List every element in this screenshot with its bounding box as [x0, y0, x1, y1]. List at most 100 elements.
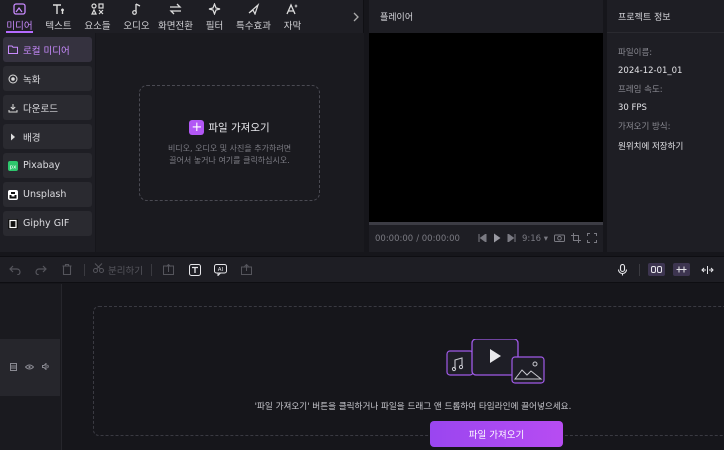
- pixabay-icon: px: [8, 160, 18, 171]
- undo-icon[interactable]: [6, 261, 24, 279]
- sidebar-item-label: 배경: [23, 132, 41, 144]
- sidebar-item-label: 로컬 미디어: [23, 45, 70, 57]
- preview-screen[interactable]: [369, 33, 603, 222]
- folder-icon: [8, 45, 18, 55]
- record-icon: [8, 74, 18, 84]
- audio-icon: [129, 2, 145, 16]
- download-icon: [8, 103, 18, 113]
- tab-effects[interactable]: 특수효과: [234, 0, 273, 33]
- import-files-label: 파일 가져오기: [208, 121, 270, 134]
- aspect-ratio-select[interactable]: 9:16 ▾: [522, 234, 548, 244]
- player-title: 플레이어: [380, 13, 414, 23]
- timeline-hint: '파일 가져오기' 버튼을 클릭하거나 파일을 드래그 앤 드롭하여 타임라인에…: [254, 402, 572, 412]
- timeline-toolbar-right: [613, 261, 724, 279]
- link-tracks-icon[interactable]: [648, 263, 665, 276]
- playback-progress-bar[interactable]: [369, 222, 603, 225]
- media-illustration: [446, 339, 545, 384]
- top-toolbar: 미디어 텍스트 요소들 오디오 화면전환 필터 특수효과 자막: [0, 0, 364, 33]
- snap-icon[interactable]: [673, 263, 690, 276]
- frame-rate-value: 30 FPS: [618, 103, 647, 113]
- timeline-toolbar: 분리하기 AI: [0, 256, 724, 283]
- toolbar-divider: [84, 263, 85, 276]
- tab-label: 자막: [283, 20, 302, 32]
- tab-label: 미디어: [6, 20, 33, 32]
- extract-icon[interactable]: [160, 261, 178, 279]
- tab-transition[interactable]: 화면전환: [156, 0, 195, 33]
- tab-label: 오디오: [123, 20, 150, 32]
- crop-icon[interactable]: [571, 232, 581, 246]
- sidebar-item-record[interactable]: 녹화: [3, 66, 92, 91]
- tab-elements[interactable]: 요소들: [78, 0, 117, 33]
- sidebar-item-label: Pixabay: [23, 160, 61, 171]
- frame-rate-label: 프레임 속도:: [618, 85, 663, 95]
- sidebar-item-label: 녹화: [23, 74, 41, 86]
- track-header: [0, 339, 60, 396]
- sidebar-item-download[interactable]: 다운로드: [3, 95, 92, 120]
- unsplash-icon: [8, 189, 18, 200]
- tab-caption[interactable]: 자막: [273, 0, 312, 33]
- import-files-button[interactable]: + 파일 가져오기: [189, 119, 270, 135]
- media-panel: + 파일 가져오기 비디오, 오디오 및 사진을 추가하려면 끌어서 놓거나 여…: [96, 33, 364, 252]
- timeline-area: '파일 가져오기' 버튼을 클릭하거나 파일을 드래그 앤 드롭하여 타임라인에…: [63, 284, 724, 450]
- aspect-ratio-value: 9:16: [521, 234, 542, 244]
- file-name-value: 2024-12-01_01: [618, 66, 683, 76]
- sidebar-item-pixabay[interactable]: px Pixabay: [3, 153, 92, 178]
- caret-right-icon: [8, 132, 18, 142]
- redo-icon[interactable]: [32, 261, 50, 279]
- tab-label: 텍스트: [45, 20, 72, 32]
- fullscreen-icon[interactable]: [587, 232, 597, 246]
- microphone-icon[interactable]: [613, 261, 631, 279]
- tab-audio[interactable]: 오디오: [117, 0, 156, 33]
- text-icon: [51, 2, 67, 16]
- tab-label: 화면전환: [158, 20, 193, 32]
- export-frame-icon[interactable]: [238, 261, 256, 279]
- sidebar-item-unsplash[interactable]: Unsplash: [3, 182, 92, 207]
- media-sidebar: 로컬 미디어 녹화 다운로드 배경 px Pixabay Unsplash Gi…: [0, 33, 95, 252]
- player-panel: 플레이어 00:00:00 / 00:00:00 9:16 ▾: [369, 0, 603, 252]
- sidebar-item-local-media[interactable]: 로컬 미디어: [3, 37, 92, 62]
- track-lock-icon[interactable]: [10, 362, 17, 373]
- sidebar-item-background[interactable]: 배경: [3, 124, 92, 149]
- track-visibility-icon[interactable]: [24, 363, 35, 372]
- tab-label: 필터: [205, 20, 224, 32]
- ai-caption-icon[interactable]: AI: [212, 261, 230, 279]
- sidebar-item-label: Giphy GIF: [23, 218, 70, 229]
- track-headers: [0, 284, 62, 450]
- split-label: 분리하기: [108, 265, 143, 277]
- import-mode-label: 가져오기 방식:: [618, 122, 671, 132]
- svg-text:AI: AI: [218, 267, 224, 273]
- play-icon[interactable]: [493, 233, 501, 246]
- snapshot-icon[interactable]: [554, 233, 565, 245]
- tab-media[interactable]: 미디어: [0, 0, 39, 33]
- caption-icon: [285, 2, 301, 16]
- toolbar-divider: [150, 263, 152, 276]
- chevron-right-icon[interactable]: [349, 0, 363, 33]
- project-info-panel: 프로젝트 정보 파일이름: 2024-12-01_01 프레임 속도: 30 F…: [607, 0, 724, 252]
- import-mode-value: 원위치에 저장하기: [618, 142, 684, 152]
- delete-icon[interactable]: [58, 261, 76, 279]
- track-audio-icon[interactable]: [42, 362, 50, 372]
- tab-label: 특수효과: [236, 20, 271, 32]
- project-info-title: 프로젝트 정보: [607, 0, 724, 33]
- sidebar-item-label: 다운로드: [23, 103, 58, 115]
- transition-icon: [168, 2, 184, 16]
- filter-icon: [207, 2, 223, 16]
- giphy-icon: [8, 218, 18, 229]
- elements-icon: [90, 2, 106, 16]
- tab-text[interactable]: 텍스트: [39, 0, 78, 33]
- timeline-drop-zone[interactable]: '파일 가져오기' 버튼을 클릭하거나 파일을 드래그 앤 드롭하여 타임라인에…: [93, 306, 724, 447]
- split-button[interactable]: 분리하기: [93, 261, 143, 279]
- scissors-icon: [93, 263, 104, 276]
- media-drop-zone[interactable]: + 파일 가져오기 비디오, 오디오 및 사진을 추가하려면 끌어서 놓거나 여…: [139, 85, 320, 201]
- timeline-import-button[interactable]: 파일 가져오기: [430, 421, 563, 447]
- drop-hint-line: 비디오, 오디오 및 사진을 추가하려면: [167, 143, 292, 153]
- drop-hint-line: 끌어서 놓거나 여기를 클릭하십시오.: [169, 155, 290, 165]
- current-time: 00:00:00: [375, 234, 414, 244]
- text-tool-icon[interactable]: [186, 261, 204, 279]
- total-time: / 00:00:00: [416, 234, 460, 244]
- fit-timeline-icon[interactable]: [698, 261, 716, 279]
- tab-filter[interactable]: 필터: [195, 0, 234, 33]
- sidebar-item-giphy[interactable]: Giphy GIF: [3, 211, 92, 236]
- prev-frame-icon[interactable]: [478, 232, 487, 245]
- next-frame-icon[interactable]: [507, 232, 516, 245]
